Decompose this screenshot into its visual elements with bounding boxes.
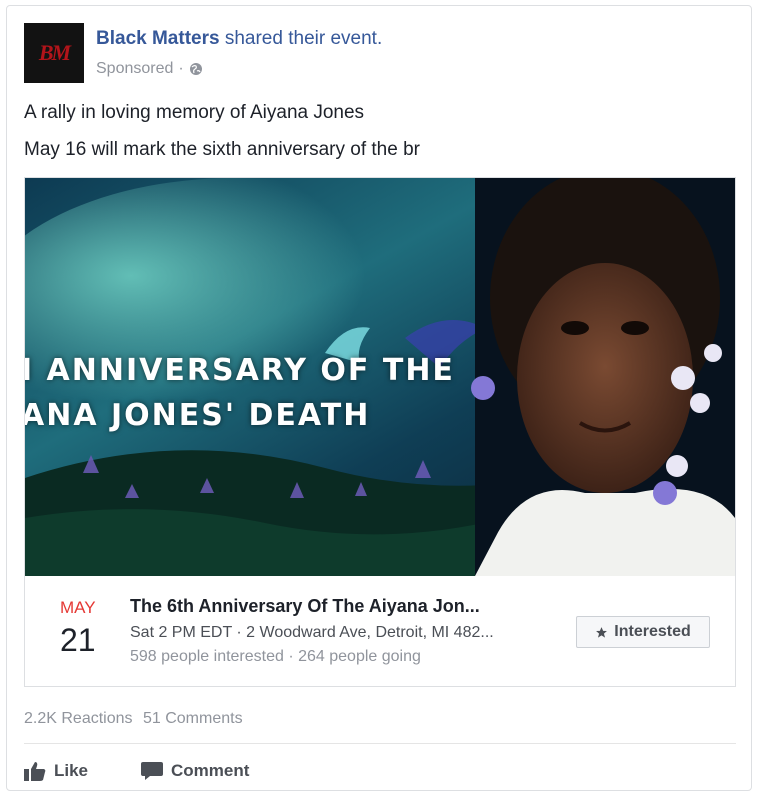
post-text-line-1: A rally in loving memory of Aiyana Jones (24, 102, 365, 123)
comment-bubble-icon (141, 762, 163, 780)
avatar-logo-text: BM (38, 40, 71, 65)
event-link[interactable]: event. (330, 28, 382, 49)
event-month: MAY (60, 598, 96, 617)
banner-title-line-2: ANA JONES' DEATH (24, 398, 371, 433)
event-day: 21 (60, 622, 96, 658)
page-avatar[interactable]: BM (24, 23, 84, 83)
banner-title-line-1: H ANNIVERSARY OF THE (24, 353, 455, 388)
post-meta: Sponsored · (96, 60, 203, 78)
reactions-count-link[interactable]: 2.2K Reactions (24, 710, 133, 727)
interested-button[interactable]: Interested (576, 616, 710, 648)
page-name-link[interactable]: Black Matters (96, 28, 220, 49)
like-button[interactable]: Like (24, 754, 88, 788)
globe-icon (189, 63, 202, 75)
event-attachment[interactable]: H ANNIVERSARY OF THE ANA JONES' DEATH MA… (24, 177, 736, 687)
event-title-link[interactable]: The 6th Anniversary Of The Aiyana Jon... (130, 596, 480, 617)
like-label: Like (54, 761, 89, 780)
actions-divider (24, 743, 736, 744)
event-attendance-stats[interactable]: 598 people interested · 264 people going (130, 648, 421, 666)
sponsored-label[interactable]: Sponsored (96, 60, 173, 78)
meta-separator: · (178, 60, 184, 77)
interested-label: Interested (614, 623, 691, 640)
comments-count-link[interactable]: 51 Comments (143, 710, 243, 727)
comment-label: Comment (171, 761, 250, 780)
sponsored-post-card: BM Black Matters shared their event. Spo… (6, 5, 752, 791)
post-header: Black Matters shared their event. (96, 28, 382, 50)
thumbs-up-icon (24, 762, 46, 781)
shared-text: shared their (224, 28, 326, 49)
comment-button[interactable]: Comment (141, 754, 249, 788)
post-text-line-2: May 16 will mark the sixth anniversary o… (24, 139, 420, 160)
event-info: MAY 21 The 6th Anniversary Of The Aiyana… (25, 576, 735, 686)
reaction-summary: 2.2K Reactions 51 Comments (24, 710, 243, 728)
star-icon (596, 626, 608, 638)
event-time-location: Sat 2 PM EDT · 2 Woodward Ave, Detroit, … (130, 624, 494, 641)
